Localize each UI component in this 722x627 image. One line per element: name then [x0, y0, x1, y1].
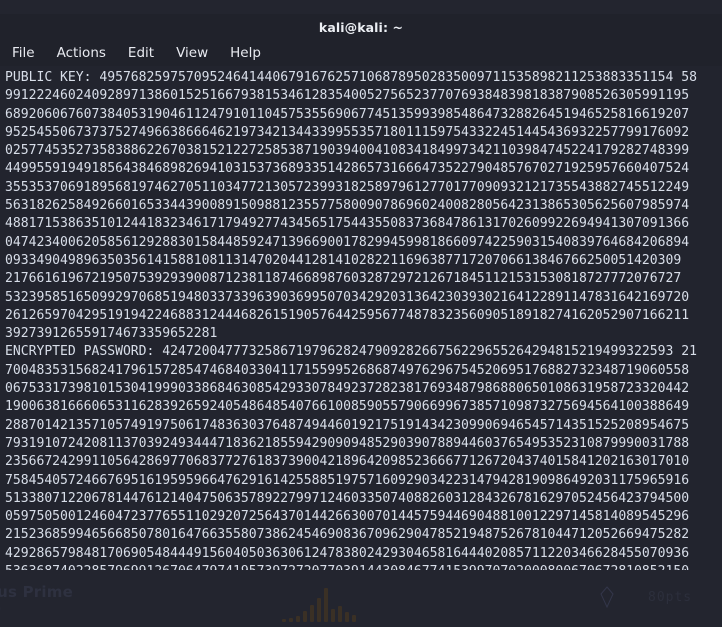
public-key-line: 5323958516509929706851948033733963903699… — [5, 289, 690, 305]
window-titlebar[interactable]: kali@kali: ~ — [0, 14, 722, 40]
encrypted-password-line: 4292865798481706905484449156040503630612… — [5, 545, 690, 561]
chart-bar — [352, 615, 356, 622]
public-key-line: 0257745352735838862267038152122725853871… — [5, 143, 690, 159]
public-key-line: 392739126559174673359652281 — [5, 326, 218, 342]
encrypted-password-line: 5363687402285796991267064797419573972720… — [5, 563, 717, 570]
encrypted-password-line: 0597505001246047237765511029207256437014… — [5, 509, 690, 525]
chart-bar — [345, 612, 349, 622]
diamond-icon — [600, 586, 614, 608]
public-key-line: 4499559194918564384689826941031537368933… — [5, 161, 690, 177]
encrypted-password-line: 2356672429911056428697706837727618373900… — [5, 454, 690, 470]
chart-bar — [296, 616, 300, 622]
chart-bar — [317, 598, 321, 622]
chart-bar — [324, 588, 328, 622]
chart-bar — [289, 618, 293, 622]
public-key-line: 0933490498963503561415881081131470204412… — [5, 252, 682, 268]
encrypted-password-line: ENCRYPTED PASSWORD: 42472004777325867197… — [5, 344, 697, 360]
menu-view[interactable]: View — [174, 44, 210, 62]
encrypted-password-line: 7584540572466769516195959664762916142558… — [5, 472, 690, 488]
chart-bar — [331, 609, 335, 622]
encrypted-password-line: 2152368599465668507801647663558073862454… — [5, 527, 690, 543]
terminal-output[interactable]: PUBLIC KEY: 4957682597570952464144067916… — [0, 66, 722, 570]
menu-help[interactable]: Help — [228, 44, 263, 62]
encrypted-password-line: 2887014213571057491975061748363037648749… — [5, 417, 690, 433]
chart-bar — [303, 611, 307, 622]
encrypted-password-line: 7931910724208113703924934447183621855942… — [5, 435, 690, 451]
public-key-line: 4881715386351012441832346171794927743456… — [5, 216, 690, 232]
menu-bar: File Actions Edit View Help — [0, 40, 722, 66]
public-key-line: 3553537069189568197462705110347721305723… — [5, 179, 690, 195]
background-app-subtitle: 0 — [0, 603, 1, 616]
points-label: 80pts — [648, 590, 693, 605]
public-key-line: 0474234006205856129288301584485924713966… — [5, 234, 690, 250]
chart-bar — [338, 606, 342, 622]
public-key-line: 6892060676073840531904611247910110457535… — [5, 106, 690, 122]
chart-bar — [282, 619, 286, 622]
background-app-title: imus Prime — [0, 583, 73, 601]
background-bar-chart — [282, 580, 392, 622]
public-key-line: 2612659704295191942246883124446826151905… — [5, 307, 690, 323]
public-key-line: 9525455067373752749663866646219734213443… — [5, 124, 690, 140]
window-title: kali@kali: ~ — [318, 19, 404, 35]
encrypted-password-line: 7004835315682417961572854746840330411715… — [5, 362, 690, 378]
encrypted-password-line: 1900638166606531162839265924054864854076… — [5, 399, 690, 415]
chart-bar — [310, 605, 314, 622]
public-key-line: 2176616196721950753929390087123811874668… — [5, 271, 682, 287]
public-key-line: PUBLIC KEY: 4957682597570952464144067916… — [5, 70, 697, 85]
public-key-line: 5631826258492660165334439008915098812355… — [5, 198, 690, 214]
terminal-window: kali@kali: ~ File Actions Edit View Help… — [0, 14, 722, 570]
encrypted-password-line: 0675331739810153041999033868463085429330… — [5, 381, 690, 397]
menu-file[interactable]: File — [10, 44, 37, 62]
encrypted-password-line: 5133807122067814476121404750635789227997… — [5, 490, 690, 506]
menu-edit[interactable]: Edit — [126, 44, 156, 62]
public-key-line: 9912224602409289713860152516679381534612… — [5, 88, 690, 104]
menu-actions[interactable]: Actions — [55, 44, 108, 62]
